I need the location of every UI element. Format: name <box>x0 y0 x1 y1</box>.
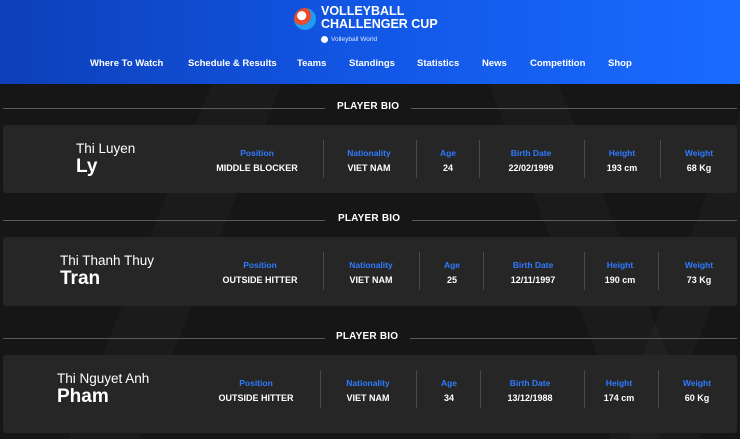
stat-nationality: Nationality VIET NAM <box>346 378 390 403</box>
nav-where-to-watch[interactable]: Where To Watch <box>90 58 163 69</box>
stat-age: Age 34 <box>440 378 458 403</box>
stat-age: Age 25 <box>443 260 461 285</box>
stat-weight: Weight 60 Kg <box>682 378 712 403</box>
volleyball-challenger-cup-logo[interactable]: VOLLEYBALL CHALLENGER CUP Volleyball Wor… <box>294 5 438 45</box>
section-title: PLAYER BIO <box>336 331 399 342</box>
section-title: PLAYER BIO <box>338 213 401 224</box>
player-last-name: Tran <box>60 268 101 289</box>
stat-height: Height 174 cm <box>603 378 635 403</box>
player-last-name: Pham <box>57 386 109 407</box>
nav-shop[interactable]: Shop <box>608 58 632 69</box>
stat-birth-date: Birth Date 13/12/1988 <box>507 378 553 403</box>
stat-height: Height 190 cm <box>604 260 636 285</box>
nav-standings[interactable]: Standings <box>349 58 395 69</box>
player-first-name: Thi Nguyet Anh <box>57 371 150 386</box>
main-nav: Where To Watch Schedule & Results Teams … <box>0 58 740 72</box>
stat-nationality: Nationality VIET NAM <box>347 148 391 173</box>
stat-weight: Weight 73 Kg <box>684 260 714 285</box>
nav-schedule-results[interactable]: Schedule & Results <box>188 58 277 69</box>
stat-position: Position MIDDLE BLOCKER <box>216 148 298 173</box>
player-card: Thi Nguyet Anh Pham Position OUTSIDE HIT… <box>3 355 737 433</box>
volleyball-world-icon <box>321 36 328 43</box>
stat-birth-date: Birth Date 12/11/1997 <box>510 260 556 285</box>
volleyball-logo-icon <box>294 8 316 30</box>
site-header: VOLLEYBALL CHALLENGER CUP Volleyball Wor… <box>0 0 740 84</box>
player-card: Thi Luyen Ly Position MIDDLE BLOCKER Nat… <box>3 125 737 193</box>
section-divider: PLAYER BIO <box>0 331 740 345</box>
player-first-name: Thi Thanh Thuy <box>60 253 155 268</box>
stat-birth-date: Birth Date 22/02/1999 <box>508 148 554 173</box>
nav-competition[interactable]: Competition <box>530 58 585 69</box>
stat-weight: Weight 68 Kg <box>684 148 714 173</box>
stat-position: Position OUTSIDE HITTER <box>218 378 294 403</box>
stat-height: Height 193 cm <box>606 148 638 173</box>
player-first-name: Thi Luyen <box>76 141 136 156</box>
section-title: PLAYER BIO <box>337 101 400 112</box>
stat-nationality: Nationality VIET NAM <box>349 260 393 285</box>
section-divider: PLAYER BIO <box>0 101 740 115</box>
player-card: Thi Thanh Thuy Tran Position OUTSIDE HIT… <box>3 237 737 306</box>
nav-news[interactable]: News <box>482 58 507 69</box>
nav-teams[interactable]: Teams <box>297 58 326 69</box>
logo-line-2: CHALLENGER CUP <box>321 17 438 31</box>
stat-age: Age 24 <box>439 148 457 173</box>
player-last-name: Ly <box>76 156 98 177</box>
stat-position: Position OUTSIDE HITTER <box>222 260 298 285</box>
logo-subtitle: Volleyball World <box>331 36 378 43</box>
nav-statistics[interactable]: Statistics <box>417 58 459 69</box>
section-divider: PLAYER BIO <box>0 213 740 227</box>
